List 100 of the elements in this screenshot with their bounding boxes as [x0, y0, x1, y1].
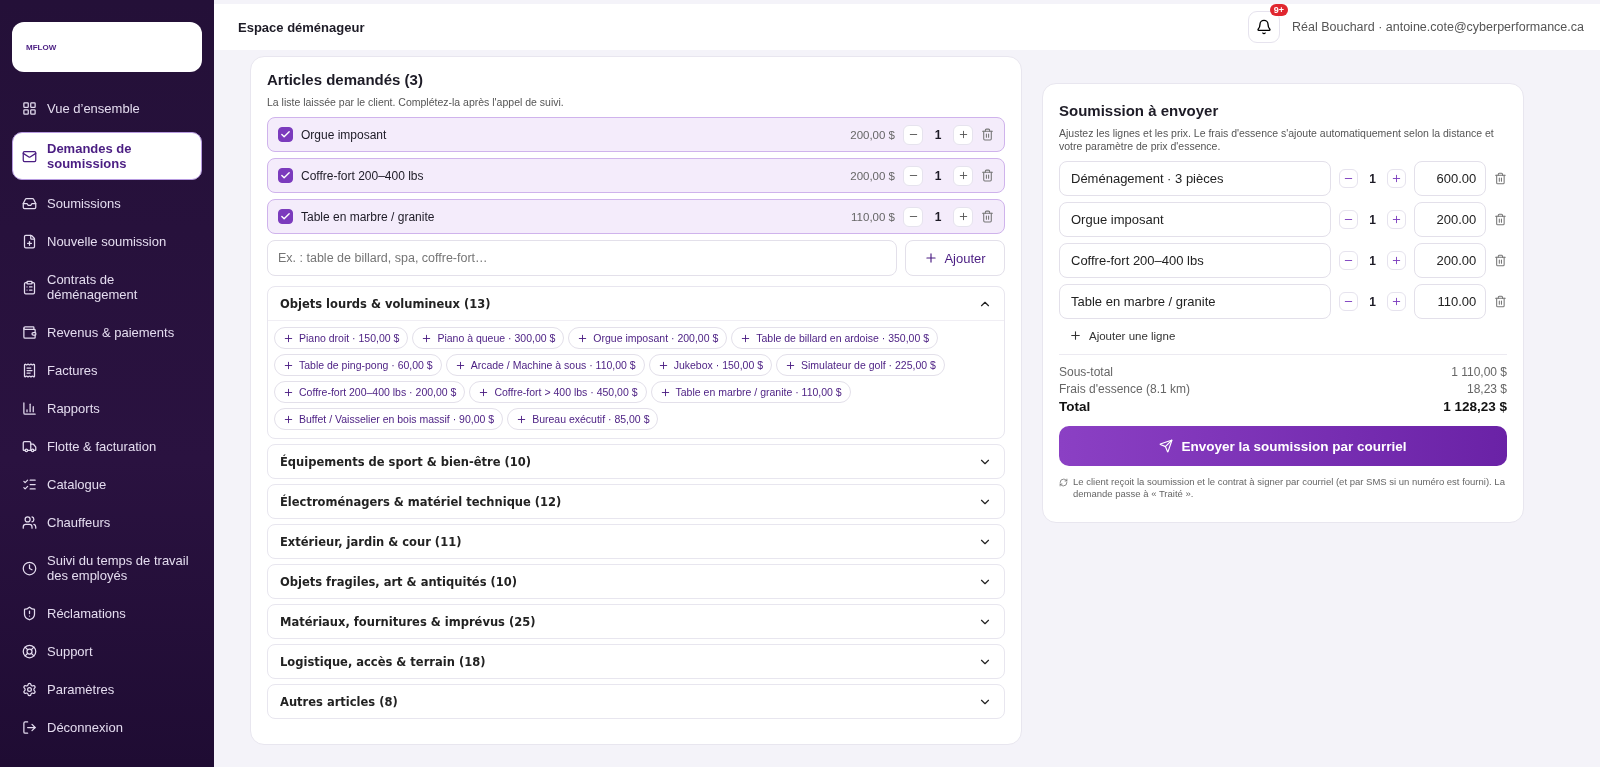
add-item-field[interactable]: Ex. : table de billard, spa, coffre-fort… — [267, 240, 897, 276]
checkbox[interactable] — [278, 168, 293, 183]
line-name-field[interactable]: Déménagement · 3 pièces — [1059, 161, 1331, 196]
send-button[interactable]: Envoyer la soumission par courriel — [1059, 426, 1507, 466]
nav-item[interactable]: Paramètres — [12, 675, 202, 704]
item-chip[interactable]: Simulateur de golf · 225,00 $ — [776, 354, 945, 376]
line-name-field[interactable]: Table en marbre / granite — [1059, 284, 1331, 319]
plus-icon[interactable] — [478, 386, 490, 398]
plus-icon[interactable] — [957, 170, 969, 181]
plus-icon[interactable] — [454, 359, 466, 371]
delete-icon[interactable] — [981, 210, 994, 223]
plus-icon[interactable] — [1391, 296, 1403, 307]
nav-item[interactable]: Vue d’ensemble — [12, 94, 202, 123]
delete-icon[interactable] — [1494, 172, 1507, 185]
nav-icon[interactable] — [22, 682, 37, 697]
plus-button[interactable] — [953, 165, 973, 186]
plus-icon[interactable] — [957, 129, 969, 140]
delete-icon[interactable] — [981, 128, 994, 141]
nav-item[interactable]: Factures — [12, 356, 202, 385]
plus-icon[interactable] — [283, 332, 294, 344]
logout-icon[interactable] — [22, 720, 37, 735]
nav-item[interactable]: Contrats de déménagement — [12, 265, 202, 309]
nav-icon[interactable] — [22, 101, 37, 116]
category-header[interactable]: Objets lourds & volumineux (13) — [268, 287, 1004, 320]
nav-item[interactable]: Catalogue — [12, 470, 202, 499]
nav-icon[interactable] — [22, 325, 37, 340]
line-name-field[interactable]: Coffre-fort 200–400 lbs — [1059, 243, 1331, 278]
plus-button[interactable] — [1387, 292, 1407, 311]
item-chip[interactable]: Jukebox · 150,00 $ — [648, 354, 772, 376]
delete-icon[interactable] — [1494, 254, 1507, 267]
line-price-field[interactable]: 200.00 — [1414, 202, 1487, 237]
nav-item[interactable]: Demandes de soumissions — [12, 132, 202, 180]
plus-icon[interactable] — [657, 359, 669, 371]
plus-icon[interactable] — [283, 359, 294, 371]
item-chip[interactable]: Buffet / Vaisselier en bois massif · 90,00 $ — [274, 408, 504, 430]
nav-icon[interactable] — [22, 234, 37, 249]
delete-icon[interactable] — [981, 169, 994, 182]
category-header[interactable]: Extérieur, jardin & cour (11) — [268, 525, 1004, 558]
item-chip[interactable]: Arcade / Machine à sous · 110,00 $ — [445, 354, 645, 376]
nav-icon[interactable] — [22, 439, 37, 454]
item-chip[interactable]: Orgue imposant · 200,00 $ — [568, 327, 728, 349]
nav-item[interactable]: Nouvelle soumission — [12, 227, 202, 256]
add-button[interactable]: Ajouter — [905, 240, 1005, 276]
plus-icon[interactable] — [1391, 214, 1403, 225]
nav-icon[interactable] — [22, 279, 37, 295]
item-chip[interactable]: Bureau exécutif · 85,00 $ — [507, 408, 659, 430]
line-name-field[interactable]: Orgue imposant — [1059, 202, 1331, 237]
item-chip[interactable]: Coffre-fort > 400 lbs · 450,00 $ — [469, 381, 647, 403]
nav-item[interactable]: Soumissions — [12, 189, 202, 218]
nav-item[interactable]: Rapports — [12, 394, 202, 423]
nav-item[interactable]: Flotte & facturation — [12, 432, 202, 461]
plus-icon[interactable] — [957, 211, 969, 222]
checkbox[interactable] — [278, 209, 293, 224]
notifications-button[interactable] — [1248, 11, 1280, 43]
delete-icon[interactable] — [1494, 295, 1507, 308]
logout-link[interactable]: Déconnexion — [12, 713, 202, 742]
plus-button[interactable] — [953, 206, 973, 227]
nav-icon[interactable] — [22, 401, 37, 416]
plus-button[interactable] — [1387, 251, 1407, 270]
plus-icon[interactable] — [577, 332, 589, 344]
item-chip[interactable]: Piano droit · 150,00 $ — [274, 327, 409, 349]
checkbox[interactable] — [278, 127, 293, 142]
nav-icon[interactable] — [22, 196, 37, 211]
plus-button[interactable] — [953, 124, 973, 145]
plus-icon[interactable] — [1391, 255, 1403, 266]
nav-icon[interactable] — [22, 477, 37, 492]
item-chip[interactable]: Piano à queue · 300,00 $ — [412, 327, 565, 349]
nav-item[interactable]: Réclamations — [12, 599, 202, 628]
plus-button[interactable] — [1387, 210, 1407, 229]
nav-item[interactable]: Revenus & paiements — [12, 318, 202, 347]
nav-icon[interactable] — [22, 363, 37, 378]
nav-item[interactable]: Suivi du temps de travail des employés — [12, 546, 202, 590]
nav-icon[interactable] — [22, 515, 37, 530]
plus-icon[interactable] — [785, 359, 796, 371]
item-chip[interactable]: Table de billard en ardoise · 350,00 $ — [731, 327, 939, 349]
bell-icon[interactable] — [1256, 19, 1272, 35]
plus-icon[interactable] — [659, 386, 671, 398]
plus-icon[interactable] — [516, 413, 528, 425]
category-header[interactable]: Électroménagers & matériel technique (12) — [268, 485, 1004, 518]
send-icon[interactable] — [1159, 439, 1174, 453]
nav-item[interactable]: Support — [12, 637, 202, 666]
plus-button[interactable] — [1387, 169, 1407, 188]
line-price-field[interactable]: 200.00 — [1414, 243, 1487, 278]
category-header[interactable]: Équipements de sport & bien-être (10) — [268, 445, 1004, 478]
nav-item[interactable]: Chauffeurs — [12, 508, 202, 537]
category-header[interactable]: Matériaux, fournitures & imprévus (25) — [268, 605, 1004, 638]
plus-icon[interactable] — [1069, 329, 1082, 342]
item-chip[interactable]: Coffre-fort 200–400 lbs · 200,00 $ — [274, 381, 466, 403]
delete-icon[interactable] — [1494, 213, 1507, 226]
plus-icon[interactable] — [740, 332, 752, 344]
nav-icon[interactable] — [22, 148, 37, 164]
category-header[interactable]: Objets fragiles, art & antiquités (10) — [268, 565, 1004, 598]
plus-icon[interactable] — [1391, 173, 1403, 184]
item-chip[interactable]: Table en marbre / granite · 110,00 $ — [650, 381, 851, 403]
category-header[interactable]: Autres articles (8) — [268, 685, 1004, 718]
nav-icon[interactable] — [22, 560, 37, 576]
nav-icon[interactable] — [22, 644, 37, 659]
add-line-button[interactable]: Ajouter une ligne — [1059, 325, 1186, 354]
plus-icon[interactable] — [283, 386, 294, 398]
item-chip[interactable]: Table de ping-pong · 60,00 $ — [274, 354, 442, 376]
